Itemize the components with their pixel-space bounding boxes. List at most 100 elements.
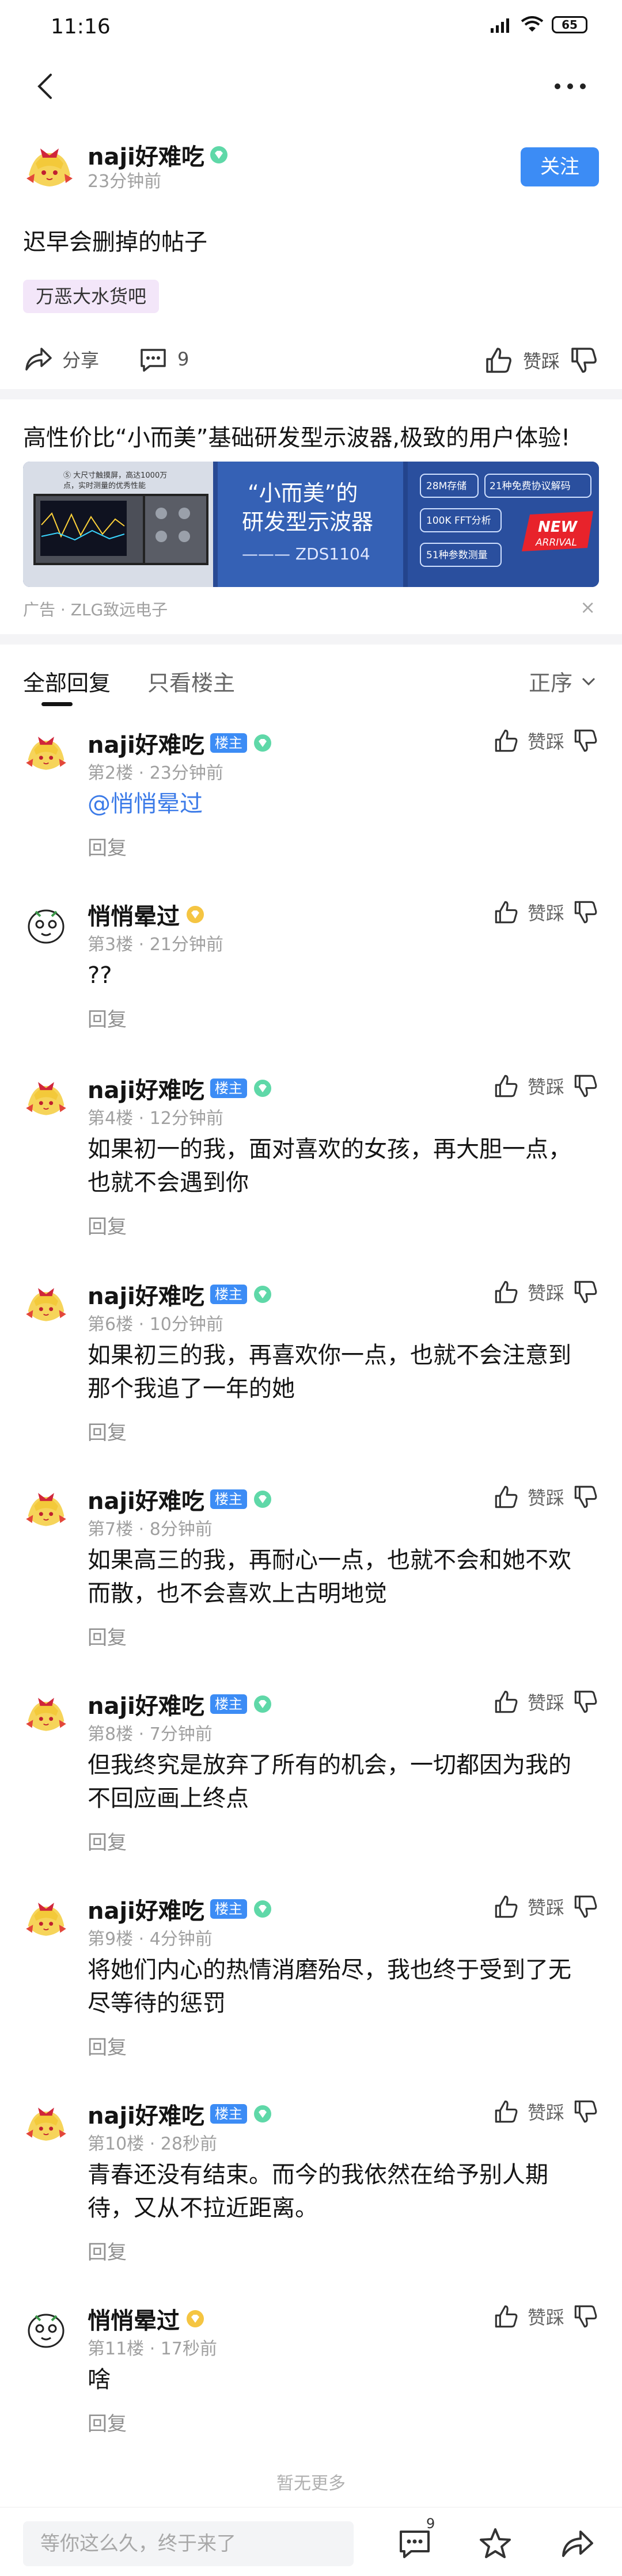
reply-avatar[interactable] [23, 1486, 69, 1532]
reply-button[interactable]: 回复 [88, 1211, 127, 1239]
reply-item[interactable]: naji好难吃 楼主 第7楼 · 8分钟前 如果高三的我，再耐心一点，也就不会和她不欢… [0, 1483, 622, 1667]
comment-icon[interactable] [397, 2527, 432, 2560]
reply-button[interactable]: 回复 [88, 1827, 127, 1855]
reply-avatar[interactable] [23, 1075, 69, 1121]
reply-button[interactable]: 回复 [88, 1004, 127, 1032]
thumbs-up-icon[interactable] [484, 345, 514, 375]
thumbs-up-icon[interactable] [493, 1279, 519, 1305]
like-label: 赞踩 [527, 902, 564, 924]
reply-avatar[interactable] [23, 2306, 69, 2352]
reply-avatar[interactable] [23, 2101, 69, 2147]
reply-avatar[interactable] [23, 1281, 69, 1327]
thumbs-down-icon[interactable] [572, 1279, 599, 1305]
ad-model: ——— ZDS1104 [242, 544, 370, 563]
reply-like-dislike[interactable]: 赞踩 [493, 1484, 599, 1510]
thumbs-down-icon[interactable] [569, 345, 599, 375]
reply-item[interactable]: 悄悄晕过 第11楼 · 17秒前啥回复 赞踩 [0, 2302, 622, 2486]
reply-like-dislike[interactable]: 赞踩 [493, 1689, 599, 1715]
thumbs-up-icon[interactable] [493, 1689, 519, 1715]
thumbs-up-icon[interactable] [493, 2303, 519, 2330]
reply-item[interactable]: naji好难吃 楼主 第8楼 · 7分钟前 但我终究是放弃了所有的机会，一切都因为我的… [0, 1687, 622, 1872]
thumbs-down-icon[interactable] [572, 1073, 599, 1099]
ad-banner[interactable]: Ⓢ 大尺寸触摸屏，高达1000万 点，实时测量的优秀性能 “小而美”的 研发型示… [23, 462, 599, 587]
reply-like-dislike[interactable]: 赞踩 [493, 2303, 599, 2330]
reply-item[interactable]: naji好难吃 楼主 第6楼 · 10分钟前 如果初三的我，再喜欢你一点，也就不会注意… [0, 1278, 622, 1462]
ad-headline-2: 研发型示波器 [242, 509, 373, 535]
reply-author-name[interactable]: naji好难吃 [88, 1278, 204, 1311]
thumbs-up-icon[interactable] [493, 1893, 519, 1920]
comment-input[interactable]: 等你这么久，终于来了 [23, 2521, 354, 2566]
reply-author-row: 悄悄晕过 [88, 898, 205, 931]
thumbs-down-icon[interactable] [572, 899, 599, 925]
battery-icon: 65 [552, 16, 587, 33]
reply-like-dislike[interactable]: 赞踩 [493, 899, 599, 925]
thumbs-up-icon[interactable] [493, 1484, 519, 1510]
reply-button[interactable]: 回复 [88, 2032, 127, 2060]
reply-author-row: naji好难吃 楼主 [88, 1483, 272, 1516]
thumbs-down-icon[interactable] [572, 1689, 599, 1715]
like-label: 赞踩 [527, 1897, 564, 1919]
reply-like-dislike[interactable]: 赞踩 [493, 727, 599, 754]
thumbs-down-icon[interactable] [572, 1893, 599, 1920]
thumbs-down-icon[interactable] [572, 727, 599, 754]
comment-button[interactable]: 9 [138, 345, 189, 373]
thumbs-up-icon[interactable] [493, 899, 519, 925]
ad-close-icon[interactable]: × [580, 596, 596, 618]
reply-button[interactable]: 回复 [88, 2408, 127, 2436]
reply-button[interactable]: 回复 [88, 832, 127, 860]
star-icon[interactable] [478, 2527, 513, 2560]
back-arrow-icon[interactable] [29, 69, 63, 104]
like-dislike-control[interactable]: 赞踩 [484, 345, 599, 375]
reply-item[interactable]: naji好难吃 楼主 第10楼 · 28秒前 青春还没有结束。而今的我依然在给予别人期… [0, 2097, 622, 2281]
reply-item[interactable]: naji好难吃 楼主 第4楼 · 12分钟前 如果初一的我，面对喜欢的女孩，再大胆一点… [0, 1072, 622, 1256]
post-action-row: 分享 9 赞踩 [23, 343, 599, 378]
reply-author-name[interactable]: naji好难吃 [88, 1687, 204, 1721]
sort-dropdown[interactable]: 正序 [529, 665, 597, 697]
reply-text: 青春还没有结束。而今的我依然在给予别人期待，又从不拉近距离。 [88, 2162, 548, 2221]
reply-button[interactable]: 回复 [88, 1417, 127, 1445]
follow-button[interactable]: 关注 [521, 147, 599, 186]
tab-all-replies[interactable]: 全部回复 [23, 665, 111, 697]
share-icon[interactable] [560, 2527, 596, 2560]
reply-author-name[interactable]: naji好难吃 [88, 1892, 204, 1926]
forum-tag[interactable]: 万恶大水货吧 [23, 280, 160, 313]
thumbs-up-icon[interactable] [493, 1073, 519, 1099]
mention-link[interactable]: @悄悄晕过 [88, 787, 589, 821]
reply-like-dislike[interactable]: 赞踩 [493, 1073, 599, 1099]
author-avatar[interactable] [23, 140, 76, 193]
reply-author-name[interactable]: 悄悄晕过 [88, 2302, 180, 2335]
reply-author-name[interactable]: naji好难吃 [88, 1483, 204, 1516]
thumbs-down-icon[interactable] [572, 1484, 599, 1510]
ad-title[interactable]: 高性价比“小而美”基础研发型示波器,极致的用户体验! [23, 419, 570, 452]
reply-avatar[interactable] [23, 730, 69, 776]
reply-item[interactable]: 悄悄晕过 第3楼 · 21分钟前?? 回复 赞踩 [0, 898, 622, 1082]
reply-avatar[interactable] [23, 1896, 69, 1942]
reply-like-dislike[interactable]: 赞踩 [493, 1279, 599, 1305]
reply-avatar[interactable] [23, 901, 69, 947]
reply-author-name[interactable]: naji好难吃 [88, 1072, 204, 1105]
thumbs-down-icon[interactable] [572, 2303, 599, 2330]
reply-author-name[interactable]: naji好难吃 [88, 2097, 204, 2131]
thumbs-down-icon[interactable] [572, 2098, 599, 2125]
thumbs-up-icon[interactable] [493, 2098, 519, 2125]
reply-button[interactable]: 回复 [88, 2236, 127, 2265]
reply-author-name[interactable]: naji好难吃 [88, 726, 204, 760]
vip-badge-icon [253, 1286, 271, 1303]
reply-item[interactable]: naji好难吃 楼主 第2楼 · 23分钟前 @悄悄晕过 回复 赞踩 [0, 726, 622, 910]
active-tab-indicator [41, 702, 73, 706]
like-label: 赞踩 [527, 1076, 564, 1098]
reply-item[interactable]: naji好难吃 楼主 第9楼 · 4分钟前 将她们内心的热情消磨殆尽，我也终于受到了无… [0, 1892, 622, 2076]
reply-like-dislike[interactable]: 赞踩 [493, 1893, 599, 1920]
chevron-down-icon [582, 677, 596, 685]
reply-text: 将她们内心的热情消磨殆尽，我也终于受到了无尽等待的惩罚 [88, 1957, 571, 2017]
reply-like-dislike[interactable]: 赞踩 [493, 2098, 599, 2125]
reply-avatar[interactable] [23, 1691, 69, 1737]
thumbs-up-icon[interactable] [493, 727, 519, 754]
reply-author-name[interactable]: 悄悄晕过 [88, 898, 180, 931]
share-button[interactable]: 分享 [23, 345, 99, 373]
more-icon[interactable] [547, 69, 593, 104]
reply-meta: 第4楼 · 12分钟前 [88, 1108, 223, 1129]
tab-owner-only[interactable]: 只看楼主 [147, 665, 235, 697]
vip-badge-icon [253, 734, 271, 752]
reply-button[interactable]: 回复 [88, 1622, 127, 1650]
